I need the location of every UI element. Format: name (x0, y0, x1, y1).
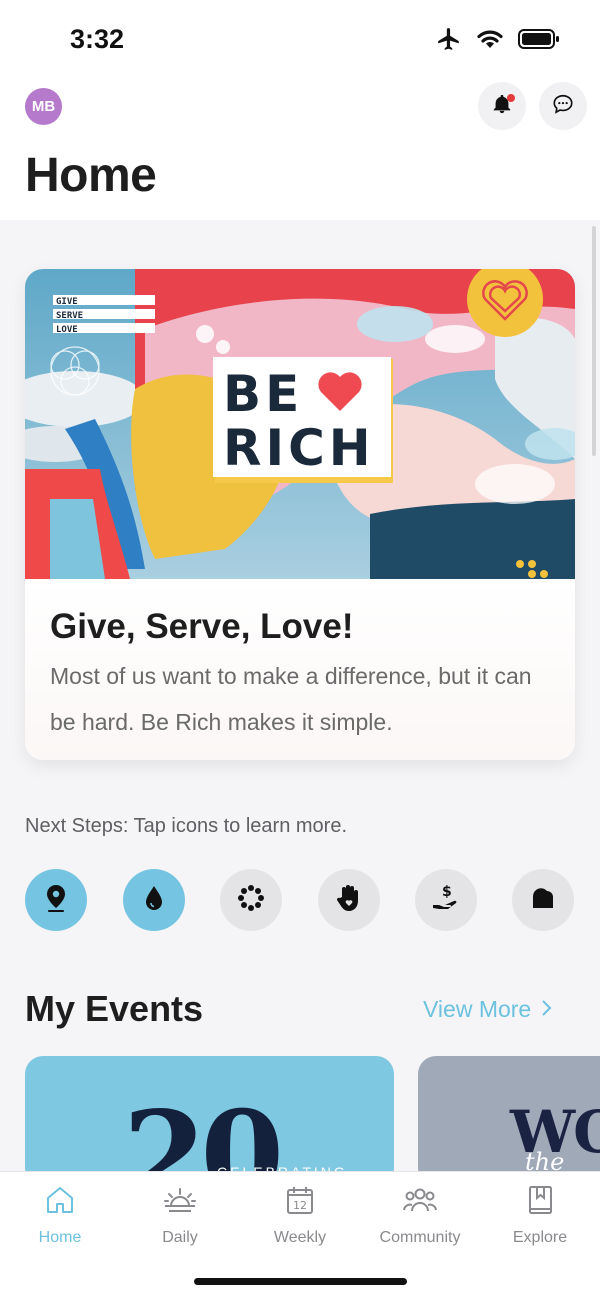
dot-circle-icon (237, 884, 265, 917)
hero-tag: LOVE (56, 325, 78, 335)
tab-label: Weekly (273, 1229, 327, 1246)
svg-text:$: $ (442, 884, 452, 900)
water-drop-icon (142, 883, 166, 918)
next-steps-row: $ (25, 869, 575, 933)
tab-daily[interactable]: Daily (120, 1184, 240, 1247)
calendar-icon: 12 (284, 1184, 316, 1221)
featured-description: Most of us want to make a difference, bu… (50, 663, 532, 735)
tab-weekly[interactable]: 12 Weekly (240, 1184, 360, 1247)
step-give-button[interactable]: $ (415, 869, 477, 931)
heart-icon (529, 884, 557, 917)
messages-button[interactable] (539, 82, 587, 130)
tab-label: Community (379, 1229, 461, 1246)
view-more-label: View More (423, 996, 532, 1022)
status-bar: 3:32 (0, 0, 600, 80)
tab-label: Home (38, 1229, 82, 1246)
step-groups-button[interactable] (220, 869, 282, 931)
book-icon (524, 1184, 556, 1221)
logo-text-rich: RICH (223, 419, 375, 477)
tab-home[interactable]: Home (0, 1184, 120, 1247)
tab-label: Daily (162, 1229, 198, 1246)
event-card[interactable]: 20 CELEBRATING (25, 1056, 394, 1186)
event-card[interactable]: WO the (418, 1056, 600, 1186)
step-love-button[interactable] (512, 869, 574, 931)
hero-tag: SERVE (56, 311, 83, 321)
featured-card[interactable]: GIVE SERVE LOVE BE RICH Give, Serve, Lov… (25, 269, 575, 760)
featured-card-body: Give, Serve, Love! Most of us want to ma… (25, 579, 575, 760)
wifi-icon (476, 28, 504, 55)
airplane-icon (436, 26, 462, 57)
notification-dot (507, 94, 515, 102)
step-baptism-button[interactable] (123, 869, 185, 931)
tab-community[interactable]: Community (360, 1184, 480, 1247)
hero-tag: GIVE (56, 297, 78, 307)
step-location-button[interactable] (25, 869, 87, 931)
location-pin-icon (43, 883, 69, 918)
header: MB Home (0, 80, 600, 220)
raised-hand-icon (336, 883, 362, 918)
notifications-button[interactable] (478, 82, 526, 130)
tab-explore[interactable]: Explore (480, 1184, 600, 1247)
home-icon (44, 1184, 76, 1221)
next-steps-label: Next Steps: Tap icons to learn more. (25, 815, 348, 837)
giving-hand-icon: $ (431, 883, 461, 918)
step-serve-button[interactable] (318, 869, 380, 931)
chat-bubble-icon (552, 93, 574, 120)
battery-icon (518, 28, 560, 55)
people-icon (402, 1184, 438, 1221)
chevron-right-icon (541, 996, 553, 1023)
view-more-link[interactable]: View More (423, 996, 553, 1023)
events-section-title: My Events (25, 988, 204, 1029)
home-indicator (194, 1278, 407, 1285)
status-icons (436, 26, 560, 57)
calendar-date: 12 (293, 1199, 307, 1212)
logo-text-be: BE (223, 365, 303, 423)
tab-label: Explore (512, 1229, 568, 1246)
status-time: 3:32 (70, 24, 125, 54)
featured-image: GIVE SERVE LOVE BE RICH (25, 269, 575, 579)
sunrise-icon (163, 1184, 197, 1221)
scroll-indicator (592, 226, 596, 456)
avatar[interactable]: MB (25, 88, 62, 125)
page-title: Home (25, 149, 157, 202)
featured-title: Give, Serve, Love! (50, 607, 354, 646)
